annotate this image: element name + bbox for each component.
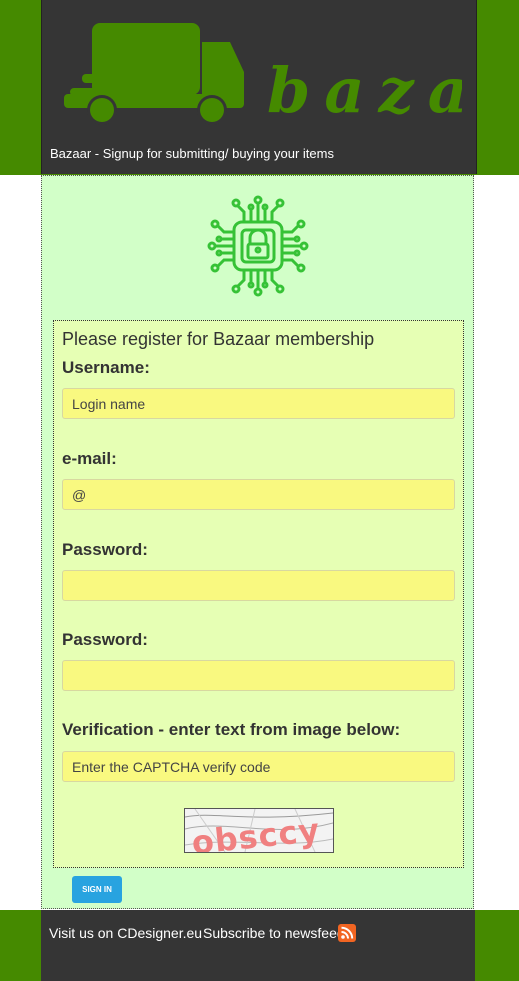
bazaar-logo[interactable]: bazaar — [62, 20, 462, 130]
page-tagline: Bazaar - Signup for submitting/ buying y… — [50, 146, 334, 161]
username-input[interactable] — [62, 388, 455, 419]
logo-wordmark: bazaar — [267, 54, 462, 127]
visit-link[interactable]: Visit us on CDesigner.eu — [49, 925, 202, 941]
site-footer: Visit us on CDesigner.eu Subscribe to ne… — [41, 910, 475, 981]
captcha-noise: obsccy — [185, 809, 333, 852]
form-title: Please register for Bazaar membership — [62, 329, 375, 349]
password-label: Password: — [62, 540, 148, 559]
captcha-input[interactable] — [62, 751, 455, 782]
delivery-truck-icon — [64, 23, 244, 125]
password-confirm-label: Password: — [62, 630, 148, 649]
site-header: bazaar Bazaar - Signup for submitting/ b… — [41, 0, 477, 174]
password-confirm-input[interactable] — [62, 660, 455, 691]
sign-in-button[interactable]: SIGN IN — [72, 876, 122, 903]
email-label: e-mail: — [62, 449, 117, 468]
rss-icon[interactable] — [338, 924, 356, 942]
chip-lock-icon — [207, 195, 309, 297]
subscribe-link[interactable]: Subscribe to newsfeed — [203, 925, 345, 941]
registration-form: Please register for Bazaar membership Us… — [53, 320, 464, 868]
captcha-image: obsccy — [184, 808, 334, 853]
password-input[interactable] — [62, 570, 455, 601]
main-content: Please register for Bazaar membership Us… — [41, 175, 474, 909]
verification-label: Verification - enter text from image bel… — [62, 720, 401, 739]
email-input[interactable] — [62, 479, 455, 510]
username-label: Username: — [62, 358, 150, 377]
